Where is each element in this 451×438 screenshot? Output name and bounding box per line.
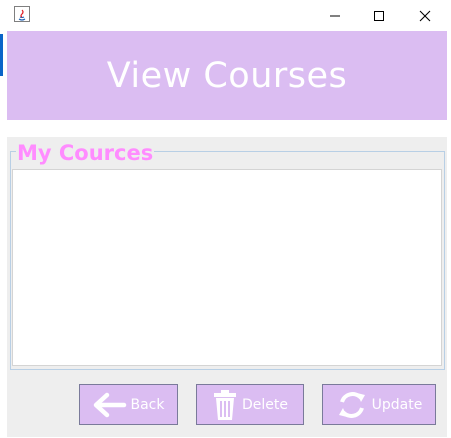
delete-button[interactable]: Delete xyxy=(196,384,304,425)
close-icon xyxy=(419,10,431,21)
courses-group-legend: My Cources xyxy=(16,140,155,166)
close-button[interactable] xyxy=(402,0,448,31)
courses-list[interactable] xyxy=(12,169,442,366)
update-button-label: Update xyxy=(371,396,423,413)
window-edge-accent xyxy=(0,34,3,76)
refresh-icon xyxy=(338,391,365,418)
maximize-icon xyxy=(374,10,384,21)
minimize-button[interactable] xyxy=(312,0,358,31)
back-button[interactable]: Back xyxy=(79,384,178,425)
window-titlebar xyxy=(0,0,451,31)
java-icon xyxy=(14,6,30,22)
trash-icon xyxy=(214,389,236,420)
page-title: View Courses xyxy=(106,55,348,96)
maximize-button[interactable] xyxy=(356,0,402,31)
back-button-label: Back xyxy=(130,396,165,413)
update-button[interactable]: Update xyxy=(322,384,436,425)
delete-button-label: Delete xyxy=(242,396,288,413)
arrow-left-icon xyxy=(93,392,126,417)
minimize-icon xyxy=(330,15,340,16)
header-banner: View Courses xyxy=(7,31,447,120)
